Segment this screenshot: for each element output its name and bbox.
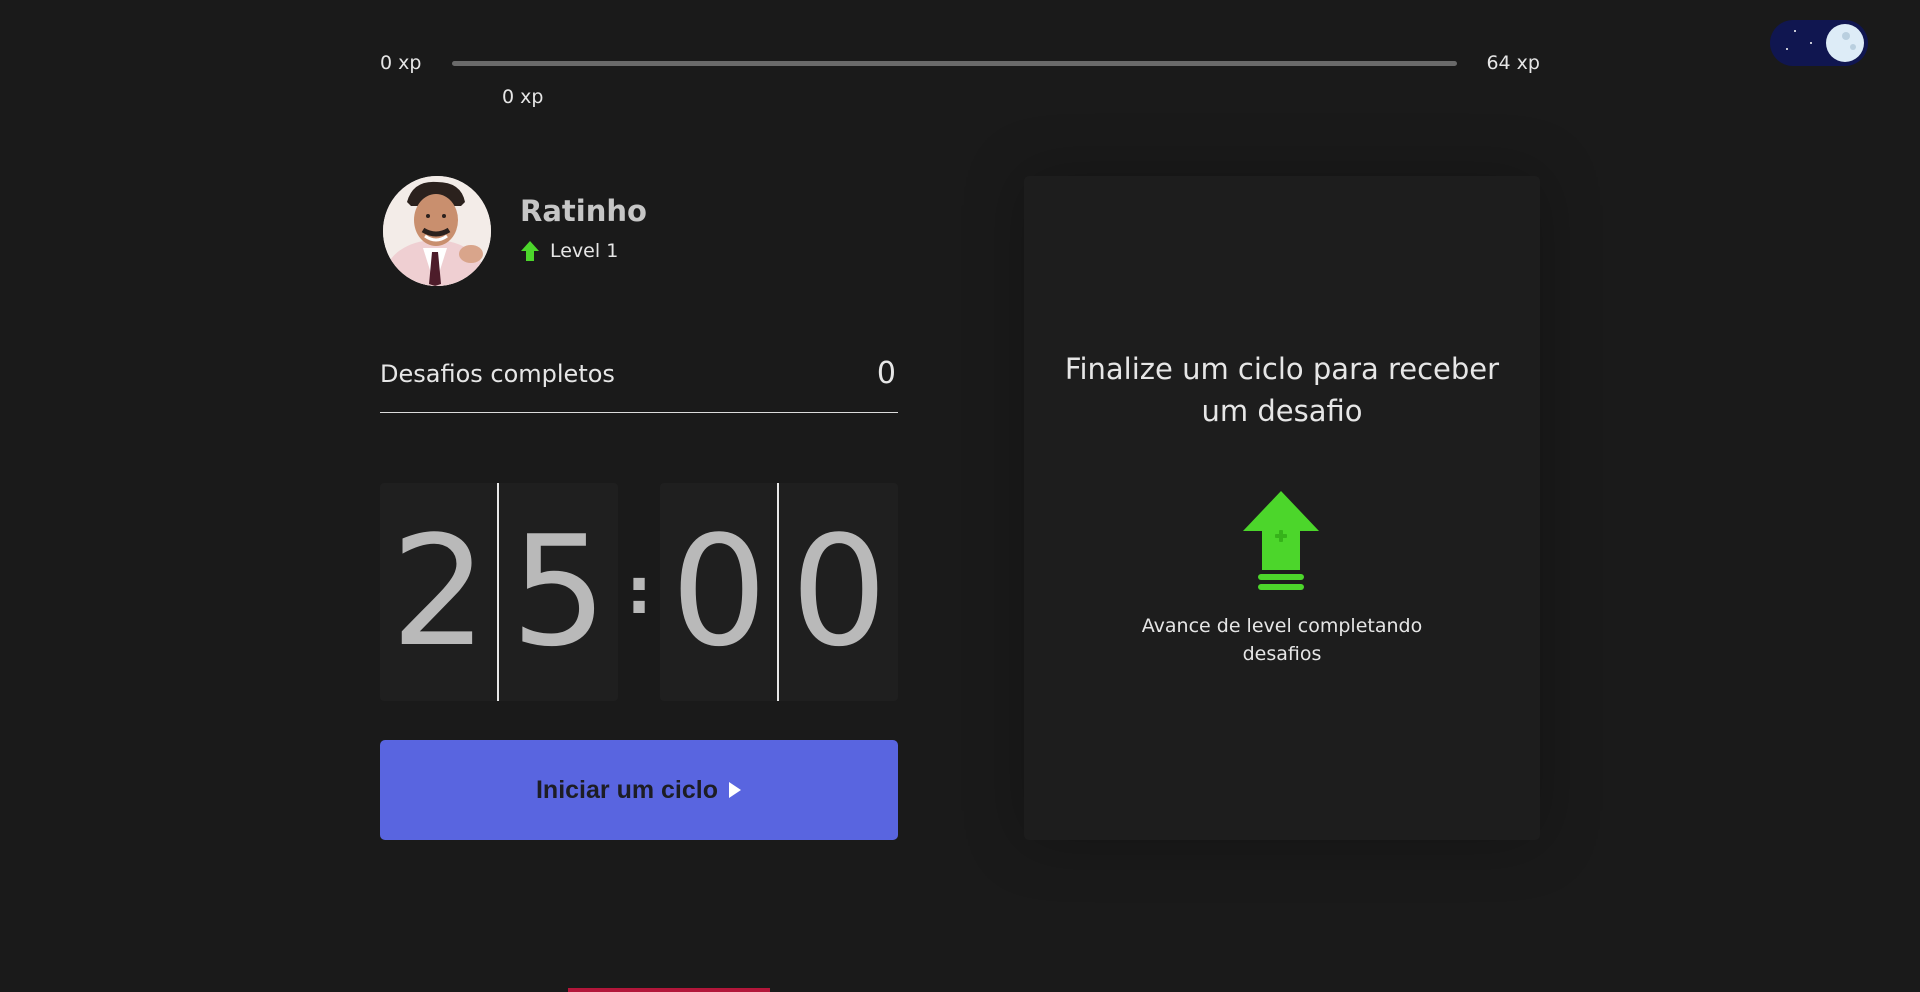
start-cycle-button[interactable]: Iniciar um ciclo: [380, 740, 898, 840]
countdown-seconds: 0 0: [660, 483, 898, 701]
star-icon: [1786, 48, 1788, 50]
challenge-box: Finalize um ciclo para receber um desafi…: [1024, 176, 1540, 840]
xp-track: 0 xp: [452, 61, 1457, 108]
countdown-separator: :: [626, 555, 652, 629]
star-icon: [1810, 42, 1812, 44]
start-cycle-label: Iniciar um ciclo: [535, 775, 718, 804]
xp-max-label: 64 xp: [1486, 52, 1540, 74]
challenge-title: Finalize um ciclo para receber um desafi…: [1064, 352, 1500, 428]
minute-digit-right: 5: [510, 503, 608, 680]
level-label: Level 1: [550, 240, 619, 262]
completed-challenges: Desafios completos 0: [380, 354, 898, 413]
level-up-icon: [1243, 491, 1319, 590]
avatar-image: [383, 176, 491, 286]
star-icon: [1794, 30, 1796, 32]
profile-name: Ratinho: [520, 194, 647, 228]
moon-crater: [1850, 44, 1856, 50]
completed-challenges-count: 0: [876, 356, 896, 391]
xp-progress-bar: 0 xp 0 xp 64 xp: [380, 52, 1540, 108]
completed-challenges-label: Desafios completos: [380, 360, 615, 388]
second-digit-right: 0: [790, 503, 888, 680]
app-page: 0 xp 0 xp 64 xp Ratinho Level 1 Desafios…: [0, 0, 1920, 992]
bottom-accent-bar: [568, 988, 770, 992]
xp-current-label: 0 xp: [502, 86, 544, 108]
minute-digit-left: 2: [390, 503, 488, 680]
theme-toggle[interactable]: [1770, 20, 1868, 66]
avatar: [383, 176, 491, 286]
level-up-arrow-icon: [521, 241, 539, 261]
moon-crater: [1842, 32, 1850, 40]
digit-divider: [497, 483, 499, 701]
second-digit-left: 0: [670, 503, 768, 680]
countdown-minutes: 2 5: [380, 483, 618, 701]
play-icon: [729, 782, 741, 798]
countdown: 2 5 : 0 0: [380, 483, 898, 701]
digit-divider: [777, 483, 779, 701]
xp-min-label: 0 xp: [380, 52, 422, 74]
level-row: Level 1: [520, 240, 618, 262]
profile: Ratinho Level 1: [380, 176, 900, 286]
challenge-hint: Avance de level completando desafios: [1141, 615, 1423, 665]
moon-icon: [1826, 24, 1864, 62]
